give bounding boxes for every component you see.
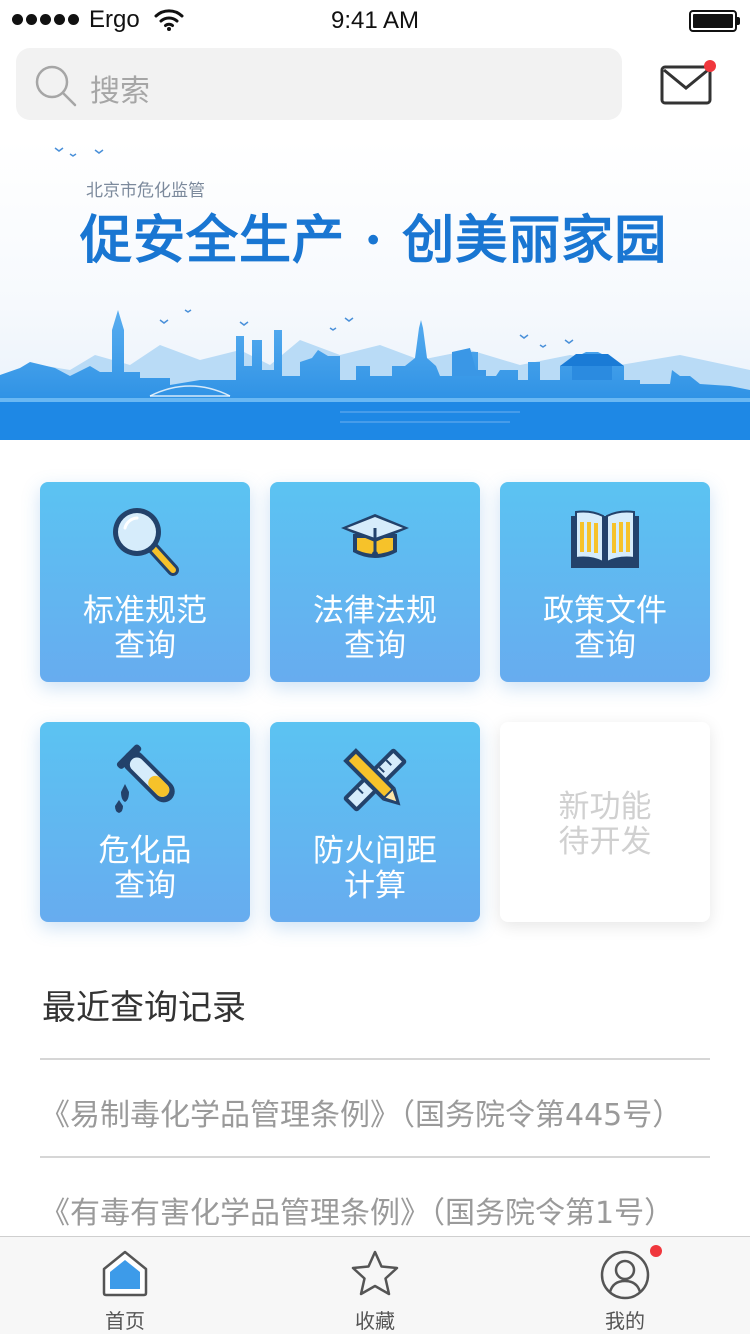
battery-icon xyxy=(689,10,740,32)
test-tube-icon xyxy=(115,744,175,813)
status-time: 9:41 AM xyxy=(330,7,420,34)
recent-query-item[interactable]: 《有毒有害化学品管理条例》（国务院令第1号） xyxy=(40,1188,710,1232)
tile-label-line2: 计算 xyxy=(344,868,406,904)
mail-badge xyxy=(704,60,716,72)
home-icon xyxy=(102,1250,148,1297)
pencil-ruler-icon xyxy=(343,748,407,812)
tile-label-line1: 新功能 xyxy=(558,789,652,825)
tab-label: 收藏 xyxy=(355,1309,395,1333)
tile-label-line2: 查询 xyxy=(574,628,636,664)
graduation-cap-icon xyxy=(341,514,409,558)
tab-label: 首页 xyxy=(105,1309,145,1333)
banner[interactable]: 北京市危化监管 促安全生产 · 创美丽家园 xyxy=(0,140,750,440)
tile-label-line1: 政策文件 xyxy=(543,593,667,629)
tile-label-line2: 查询 xyxy=(344,628,406,664)
tab-favorites[interactable]: 收藏 xyxy=(250,1237,500,1334)
tile-laws-query[interactable]: 法律法规 查询 xyxy=(270,482,480,682)
tile-label-line2: 查询 xyxy=(114,868,176,904)
search-input[interactable]: 搜索 xyxy=(16,48,622,120)
tile-label-line2: 查询 xyxy=(114,628,176,664)
tile-label-line1: 标准规范 xyxy=(83,593,207,629)
tile-coming-soon: 新功能 待开发 xyxy=(500,722,710,922)
recent-query-item[interactable]: 《易制毒化学品管理条例》（国务院令第445号） xyxy=(40,1090,710,1134)
recent-queries-title: 最近查询记录 xyxy=(42,988,246,1028)
search-placeholder: 搜索 xyxy=(90,74,150,109)
tile-label-line2: 待开发 xyxy=(558,824,652,860)
banner-title: 促安全生产 · 创美丽家园 xyxy=(80,210,668,271)
tile-standards-query[interactable]: 标准规范 查询 xyxy=(40,482,250,682)
tile-chemical-query[interactable]: 危化品 查询 xyxy=(40,722,250,922)
tab-home[interactable]: 首页 xyxy=(0,1237,250,1334)
status-bar: Ergo 9:41 AM xyxy=(0,0,750,40)
tile-fire-distance-calc[interactable]: 防火间距 计算 xyxy=(270,722,480,922)
magnifier-icon xyxy=(113,508,179,576)
star-icon xyxy=(351,1250,399,1296)
tile-label-line1: 防火间距 xyxy=(313,833,437,869)
tab-bar: 首页 收藏 我的 xyxy=(0,1236,750,1334)
tile-policy-query[interactable]: 政策文件 查询 xyxy=(500,482,710,682)
search-icon xyxy=(35,65,77,107)
tab-label: 我的 xyxy=(605,1309,645,1333)
tile-label-line1: 法律法规 xyxy=(313,593,437,629)
profile-icon xyxy=(600,1250,650,1300)
tab-profile[interactable]: 我的 xyxy=(500,1237,750,1334)
divider xyxy=(40,1058,710,1060)
profile-badge xyxy=(650,1245,662,1257)
divider xyxy=(40,1156,710,1158)
open-book-icon xyxy=(571,510,639,568)
tile-label-line1: 危化品 xyxy=(98,833,192,869)
